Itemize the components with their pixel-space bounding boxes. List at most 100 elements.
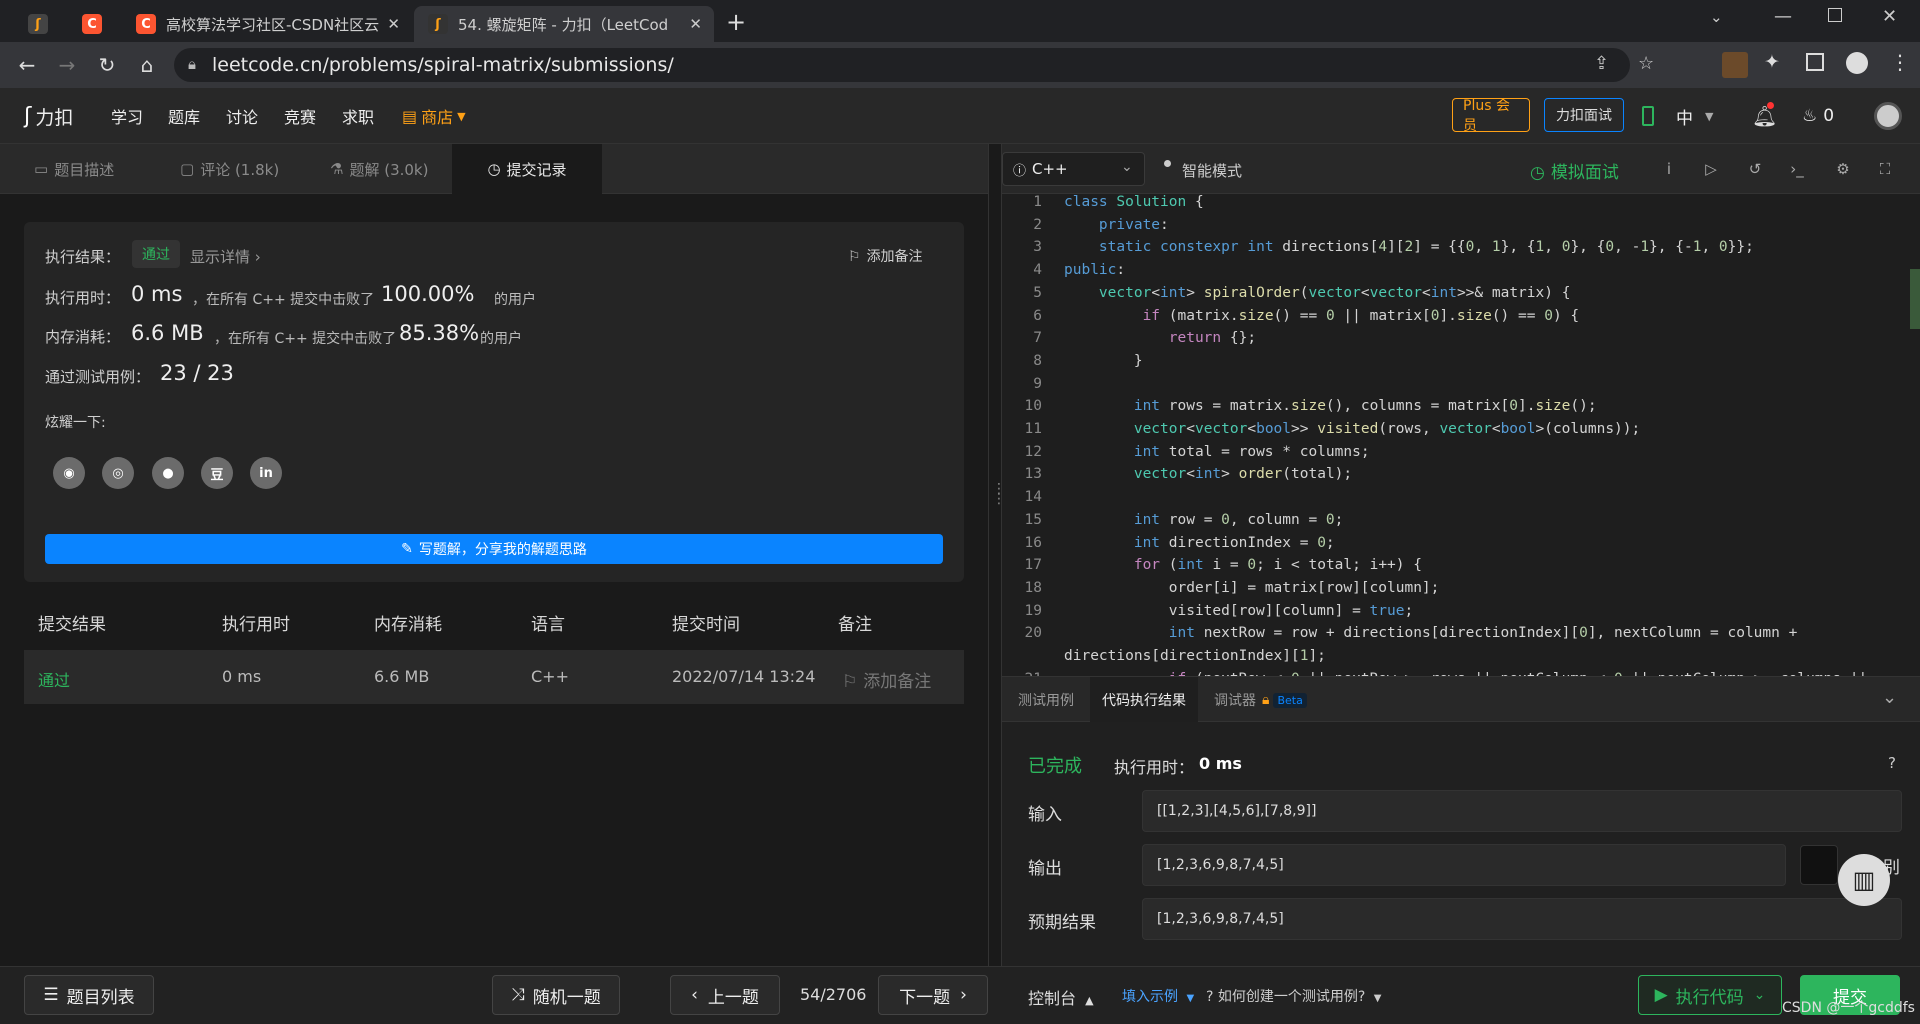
- points[interactable]: ♨ 0: [1802, 88, 1834, 144]
- problem-list-label: 题目列表: [66, 987, 135, 1008]
- extensions-puzzle-icon[interactable]: ✦: [1764, 51, 1780, 73]
- problem-list-button[interactable]: ☰ 题目列表: [24, 975, 154, 1015]
- how-create-testcase-link[interactable]: ? 如何创建一个测试用例? ▼: [1206, 986, 1381, 1006]
- random-problem-button[interactable]: ⤨ 随机一题: [492, 975, 620, 1015]
- back-arrow-icon[interactable]: ←: [12, 50, 42, 80]
- settings-gear-icon[interactable]: ⚙: [1832, 158, 1854, 180]
- share-label: 炫耀一下:: [45, 415, 106, 431]
- expected-value: [1,2,3,6,9,8,7,4,5]: [1142, 898, 1902, 940]
- language-select[interactable]: ⓘ C++ ⌄: [1002, 152, 1145, 186]
- home-icon[interactable]: ⌂: [132, 50, 162, 80]
- plus-member-button[interactable]: Plus 会员: [1452, 98, 1530, 134]
- mobile-icon[interactable]: [1642, 106, 1654, 126]
- panel-resizer[interactable]: ⋮ ⋮: [988, 144, 1006, 966]
- extension-avatar-icon[interactable]: [1722, 52, 1748, 78]
- chevron-left-icon: ‹: [691, 985, 698, 1005]
- run-code-button[interactable]: ▶ 执行代码 ⌄: [1638, 975, 1782, 1015]
- col-header-note: 备注: [838, 615, 872, 635]
- close-tab-icon[interactable]: ✕: [689, 15, 702, 33]
- submissions-table: 提交结果 执行用时 内存消耗 语言 提交时间 备注 通过 0 ms 6.6 MB…: [24, 598, 964, 708]
- profile-icon[interactable]: [1846, 52, 1868, 74]
- floating-note-icon[interactable]: ▥: [1838, 854, 1890, 906]
- store-icon: ▤: [402, 106, 418, 126]
- prev-problem-button[interactable]: ‹ 上一题: [670, 975, 780, 1015]
- maximize-icon[interactable]: [1828, 8, 1842, 22]
- qq-icon[interactable]: ●: [152, 457, 184, 489]
- status-badge: 通过: [132, 240, 180, 268]
- browser-tab-bar: ʃ C C 高校算法学习社区-CSDN社区云 ✕ ʃ 54. 螺旋矩阵 - 力扣…: [0, 0, 1920, 42]
- minimize-icon[interactable]: —: [1774, 6, 1792, 27]
- cell-time: 0 ms: [222, 667, 262, 686]
- mock-interview-button[interactable]: ◷ 模拟面试: [1530, 158, 1619, 183]
- fill-example-link[interactable]: 填入示例 ▼: [1122, 986, 1194, 1006]
- language-switch[interactable]: 中 ▼: [1676, 88, 1713, 144]
- show-details-link[interactable]: 显示详情 ›: [190, 246, 261, 267]
- editor-scrollbar[interactable]: [1910, 269, 1920, 329]
- output-label: 输出: [1028, 859, 1062, 879]
- add-note-button[interactable]: ⚐ 添加备注: [848, 246, 923, 266]
- nav-store[interactable]: ▤ 商店 ▼: [402, 88, 466, 144]
- nav-discuss[interactable]: 讨论: [226, 88, 258, 144]
- browser-tab-csdn[interactable]: C 高校算法学习社区-CSDN社区云 ✕: [122, 6, 412, 42]
- omnibox[interactable]: 🔒︎ leetcode.cn/problems/spiral-matrix/su…: [174, 48, 1654, 82]
- expected-label: 预期结果: [1028, 913, 1096, 933]
- share-icon[interactable]: ⇪: [1594, 53, 1609, 74]
- tab-comments[interactable]: ▢ 评论 (1.8k): [170, 144, 289, 194]
- bookmark-star-icon[interactable]: ☆: [1638, 53, 1654, 74]
- leetcode-logo[interactable]: ʃ 力扣: [24, 88, 73, 144]
- store-label: 商店: [421, 108, 454, 127]
- nav-jobs[interactable]: 求职: [342, 88, 374, 144]
- browser-tab-leetcode[interactable]: ʃ 54. 螺旋矩阵 - 力扣（LeetCode） ✕: [414, 6, 714, 42]
- douban-icon[interactable]: 豆: [201, 457, 233, 489]
- reload-icon[interactable]: ↻: [92, 50, 122, 80]
- new-tab-plus-icon[interactable]: +: [726, 8, 746, 36]
- write-solution-button[interactable]: ✎ 写题解，分享我的解题思路: [45, 534, 943, 564]
- tab-debugger[interactable]: 调试器 🔒︎ Beta: [1202, 677, 1319, 723]
- code-line: 15 int row = 0, column = 0;: [1002, 512, 1920, 535]
- forward-arrow-icon[interactable]: →: [52, 50, 82, 80]
- linkedin-icon[interactable]: in: [250, 457, 282, 489]
- console-toggle[interactable]: 控制台 ▲: [1028, 985, 1094, 1009]
- play-icon[interactable]: ▷: [1700, 158, 1722, 180]
- cell-result[interactable]: 通过: [38, 667, 70, 691]
- side-panel-icon[interactable]: [1806, 53, 1824, 71]
- cell-add-note[interactable]: ⚐ 添加备注: [842, 667, 931, 692]
- user-avatar[interactable]: [1874, 102, 1902, 130]
- fullscreen-icon[interactable]: ⛶: [1874, 158, 1896, 180]
- smart-mode-toggle[interactable]: 智能模式: [1182, 160, 1242, 181]
- nav-problems[interactable]: 题库: [168, 88, 200, 144]
- tab-test-cases[interactable]: 测试用例: [1006, 677, 1086, 723]
- tab-run-result[interactable]: 代码执行结果: [1090, 677, 1198, 723]
- bell-icon[interactable]: 🔔︎: [1752, 104, 1777, 128]
- tab-label: 题解 (3.0k): [349, 160, 429, 179]
- tab-search-chevron-icon[interactable]: ⌄: [1710, 8, 1723, 26]
- reset-icon[interactable]: ↺: [1744, 158, 1766, 180]
- terminal-icon[interactable]: ›_: [1786, 158, 1808, 180]
- browser-tab-pinned[interactable]: ʃ: [12, 6, 64, 42]
- tab-solutions[interactable]: ⚗ 题解 (3.0k): [320, 144, 438, 194]
- code-line: 18 order[i] = matrix[row][column];: [1002, 580, 1920, 603]
- output-value: [1,2,3,6,9,8,7,4,5]: [1142, 844, 1786, 886]
- close-tab-icon[interactable]: ✕: [387, 15, 400, 33]
- collapse-chevron-icon[interactable]: ⌄: [1882, 687, 1897, 708]
- lock-icon: 🔒︎: [188, 55, 196, 73]
- info-icon[interactable]: ⅰ: [1658, 158, 1680, 180]
- browser-tab-csdn-pinned[interactable]: C: [66, 6, 118, 42]
- line-number: 15: [1024, 511, 1042, 528]
- kebab-menu-icon[interactable]: ⋮: [1890, 50, 1910, 74]
- close-window-icon[interactable]: ✕: [1882, 6, 1897, 27]
- help-icon[interactable]: ?: [1888, 754, 1896, 772]
- wechat-icon[interactable]: ◉: [53, 457, 85, 489]
- notification-dot: [1767, 102, 1774, 109]
- next-problem-button[interactable]: 下一题 ›: [878, 975, 988, 1015]
- tab-submissions[interactable]: ◷ 提交记录: [452, 144, 602, 194]
- note-label: 添加备注: [863, 672, 932, 692]
- nav-study[interactable]: 学习: [111, 88, 143, 144]
- shuffle-icon: ⤨: [511, 985, 525, 1005]
- nav-contest[interactable]: 竞赛: [284, 88, 316, 144]
- tab-description[interactable]: ▭ 题目描述: [24, 144, 124, 194]
- weibo-icon[interactable]: ◎: [102, 457, 134, 489]
- code-editor[interactable]: 1 class Solution { 2 private: 3 static co…: [1002, 194, 1920, 676]
- interview-button[interactable]: 力扣面试: [1544, 98, 1624, 132]
- table-row[interactable]: 通过 0 ms 6.6 MB C++ 2022/07/14 13:24 ⚐ 添加备…: [24, 650, 964, 704]
